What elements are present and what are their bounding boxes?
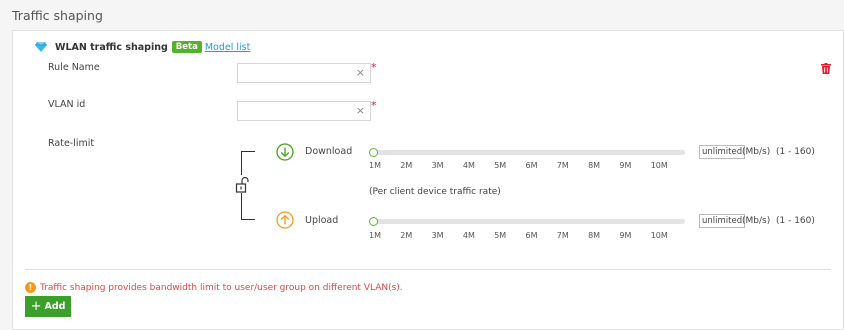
section-divider — [25, 269, 831, 270]
tick-label: 10M — [650, 161, 668, 170]
tick-label: 6M — [525, 161, 538, 170]
rate-limit-label: Rate-limit — [48, 138, 95, 149]
warning-text: Traffic shaping provides bandwidth limit… — [40, 282, 403, 293]
required-mark: * — [371, 99, 377, 112]
warning-icon: ! — [25, 282, 36, 293]
download-range: (1 - 160) — [776, 147, 815, 157]
rule-header: WLAN traffic shaping Beta Model list — [35, 41, 250, 53]
add-button[interactable]: + Add — [25, 296, 71, 317]
tick-label: 8M — [588, 231, 601, 240]
section-title: Traffic shaping — [12, 8, 103, 23]
download-arrow-icon — [276, 143, 294, 161]
upload-slider-handle[interactable] — [369, 217, 378, 226]
tick-label: 7M — [556, 161, 569, 170]
vlan-id-label: VLAN id — [48, 99, 86, 110]
tick-label: 6M — [525, 231, 538, 240]
link-bracket-top — [241, 151, 255, 175]
download-label: Download — [305, 146, 353, 157]
tick-label: 5M — [494, 231, 507, 240]
tick-label: 4M — [462, 161, 475, 170]
rule-name-input[interactable] — [238, 68, 348, 86]
per-client-hint: (Per client device traffic rate) — [369, 187, 501, 197]
upload-range: (1 - 160) — [776, 216, 815, 226]
vlan-id-field: × — [237, 101, 371, 124]
upload-value-box[interactable]: unlimited — [699, 214, 746, 228]
beta-badge: Beta — [171, 41, 202, 53]
clear-vlan-id-icon[interactable]: × — [356, 104, 365, 117]
required-mark: * — [371, 61, 377, 74]
trash-icon[interactable] — [821, 63, 831, 74]
tick-label: 2M — [400, 161, 413, 170]
tick-label: 2M — [400, 231, 413, 240]
tick-label: 3M — [431, 161, 444, 170]
tick-label: 1M — [369, 161, 381, 170]
rule-name-label: Rule Name — [48, 62, 100, 73]
warning-row: ! Traffic shaping provides bandwidth lim… — [25, 282, 403, 293]
tick-label: 3M — [431, 231, 444, 240]
tick-label: 10M — [650, 231, 668, 240]
rule-title: WLAN traffic shaping — [55, 41, 168, 53]
tick-label: 4M — [462, 231, 475, 240]
rule-name-field: × — [237, 63, 371, 86]
traffic-shaping-panel: WLAN traffic shaping Beta Model list Rul… — [12, 30, 844, 330]
clear-rule-name-icon[interactable]: × — [356, 66, 365, 79]
link-bracket-bottom — [241, 193, 255, 220]
model-list-link[interactable]: Model list — [205, 42, 251, 53]
upload-tick-labels: 1M 2M 3M 4M 5M 6M 7M 8M 9M 10M — [369, 231, 671, 243]
plus-icon: + — [30, 299, 42, 314]
tick-label: 7M — [556, 231, 569, 240]
add-button-label: Add — [44, 301, 66, 312]
download-slider-handle[interactable] — [369, 148, 378, 157]
upload-unit: (Mb/s) — [742, 216, 771, 226]
upload-slider-track[interactable] — [371, 219, 685, 224]
upload-label: Upload — [305, 215, 339, 226]
vlan-id-input[interactable] — [238, 106, 348, 124]
tick-label: 9M — [619, 161, 632, 170]
download-unit: (Mb/s) — [742, 147, 771, 157]
tick-label: 1M — [369, 231, 381, 240]
download-value-box[interactable]: unlimited — [699, 145, 746, 159]
diamond-icon — [35, 42, 47, 52]
tick-label: 5M — [494, 161, 507, 170]
download-tick-labels: 1M 2M 3M 4M 5M 6M 7M 8M 9M 10M — [369, 161, 671, 173]
download-slider-track[interactable] — [371, 150, 685, 155]
upload-arrow-icon — [276, 211, 294, 229]
unlock-icon[interactable] — [235, 177, 249, 193]
tick-label: 9M — [619, 231, 632, 240]
tick-label: 8M — [588, 161, 601, 170]
